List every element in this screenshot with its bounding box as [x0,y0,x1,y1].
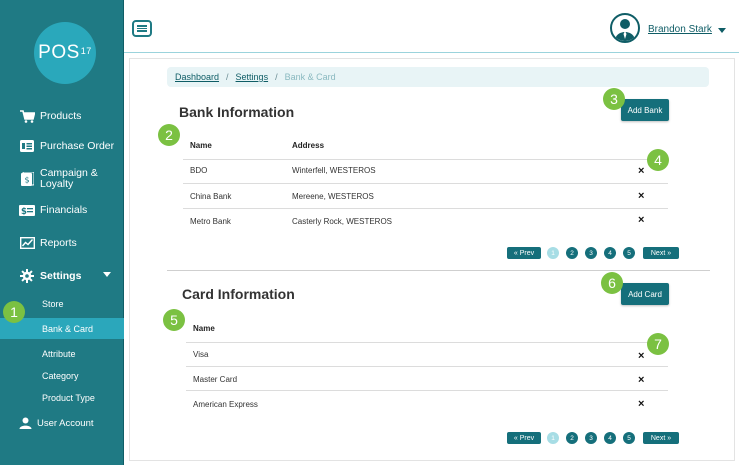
bank-pagination: « Prev 1 2 3 4 5 Next » [507,247,679,259]
sidebar-item-campaign[interactable]: $ Campaign & Loyalty [0,167,124,191]
sidebar-item-settings[interactable]: Settings [0,268,124,284]
card-row-name: Master Card [193,375,238,384]
sidebar: POS 17 Products Purchase Order $ Campaign… [0,0,124,465]
bank-section-title: Bank Information [179,104,295,120]
annotation-marker: 4 [647,149,669,171]
sidebar-item-purchase-order[interactable]: Purchase Order [0,138,124,154]
user-name-link[interactable]: Brandon Stark [648,24,712,35]
breadcrumb-dashboard[interactable]: Dashboard [175,72,219,82]
bank-row-address: Winterfell, WESTEROS [292,166,376,175]
user-icon [17,416,33,430]
subitem-label: Attribute [42,348,76,359]
breadcrumb-separator: / [226,72,229,82]
bank-row-address: Mereene, WESTEROS [292,192,374,201]
svg-text:$: $ [24,176,29,185]
page-button[interactable]: 1 [547,432,559,444]
subitem-label: Category [42,370,79,381]
page-button[interactable]: 2 [566,247,578,259]
card-section-title: Card Information [182,286,295,302]
delete-icon[interactable]: × [638,351,644,362]
annotation-marker: 5 [163,309,185,331]
bank-row-address: Casterly Rock, WESTEROS [292,217,393,226]
row-divider [186,390,668,391]
sidebar-item-label: Products [40,109,82,122]
sidebar-subitem-category[interactable]: Category [0,365,124,386]
bank-row-name: China Bank [190,192,232,201]
delete-icon[interactable]: × [638,191,644,202]
reports-icon [19,236,35,250]
delete-icon[interactable]: × [638,215,644,226]
bank-col-name: Name [190,141,212,150]
bank-row-name: Metro Bank [190,217,231,226]
card-col-name: Name [193,324,215,333]
card-pagination: « Prev 1 2 3 4 5 Next » [507,432,679,444]
page-button[interactable]: 1 [547,247,559,259]
page-button[interactable]: 4 [604,247,616,259]
sidebar-item-label: Settings [40,269,82,282]
page-button[interactable]: 5 [623,247,635,259]
next-button[interactable]: Next » [643,247,679,259]
page-button[interactable]: 3 [585,432,597,444]
delete-icon[interactable]: × [638,399,644,410]
avatar[interactable] [610,13,640,43]
section-divider [167,270,710,271]
sidebar-subitem-product-type[interactable]: Product Type [0,387,124,408]
breadcrumb: Dashboard / Settings / Bank & Card [167,67,709,87]
page-button[interactable]: 4 [604,432,616,444]
row-divider [183,183,668,184]
delete-icon[interactable]: × [638,375,644,386]
cart-icon [19,109,35,123]
sidebar-item-label: Financials [40,203,88,216]
card-row-name: American Express [193,400,258,409]
sidebar-item-user-account[interactable]: User Account [0,416,124,430]
row-divider [183,159,668,160]
prev-button[interactable]: « Prev [507,432,541,444]
page-button[interactable]: 5 [623,432,635,444]
subitem-label: Product Type [42,392,95,403]
bank-row-name: BDO [190,166,208,175]
subitem-label: Bank & Card [42,323,94,334]
row-divider [186,342,668,343]
campaign-icon: $ [19,172,35,186]
breadcrumb-current: Bank & Card [284,72,336,82]
sidebar-item-label: Reports [40,236,77,249]
page-button[interactable]: 3 [585,247,597,259]
annotation-marker: 2 [158,124,180,146]
gear-icon [19,269,35,283]
breadcrumb-settings[interactable]: Settings [236,72,269,82]
subitem-label: Store [42,298,64,309]
delete-icon[interactable]: × [638,166,644,177]
sidebar-item-products[interactable]: Products [0,108,124,124]
sidebar-item-label: Campaign & Loyalty [40,167,98,190]
sidebar-subitem-attribute[interactable]: Attribute [0,343,124,364]
page-button[interactable]: 2 [566,432,578,444]
annotation-marker: 1 [3,301,25,323]
bank-col-address: Address [292,141,325,150]
app-logo[interactable]: POS 17 [34,22,96,84]
chevron-down-icon[interactable] [718,28,726,33]
menu-icon[interactable] [132,20,152,37]
annotation-marker: 7 [647,333,669,355]
sidebar-item-financials[interactable]: $ Financials [0,202,124,218]
sidebar-item-label: User Account [37,417,94,429]
top-bar: Brandon Stark [124,0,739,53]
row-divider [186,366,668,367]
svg-text:$: $ [21,207,27,216]
financials-icon: $ [19,203,35,217]
prev-button[interactable]: « Prev [507,247,541,259]
chevron-down-icon [103,272,111,277]
card-row-name: Visa [193,350,209,359]
row-divider [183,208,668,209]
logo-sup: 17 [80,46,92,56]
add-bank-button[interactable]: Add Bank [621,99,669,121]
sidebar-item-reports[interactable]: Reports [0,235,124,251]
annotation-marker: 6 [601,272,623,294]
logo-text: POS [38,42,80,63]
add-card-button[interactable]: Add Card [621,283,669,305]
breadcrumb-separator: / [275,72,278,82]
next-button[interactable]: Next » [643,432,679,444]
purchase-order-icon [19,139,35,153]
annotation-marker: 3 [603,88,625,110]
sidebar-item-label: Purchase Order [40,139,115,152]
